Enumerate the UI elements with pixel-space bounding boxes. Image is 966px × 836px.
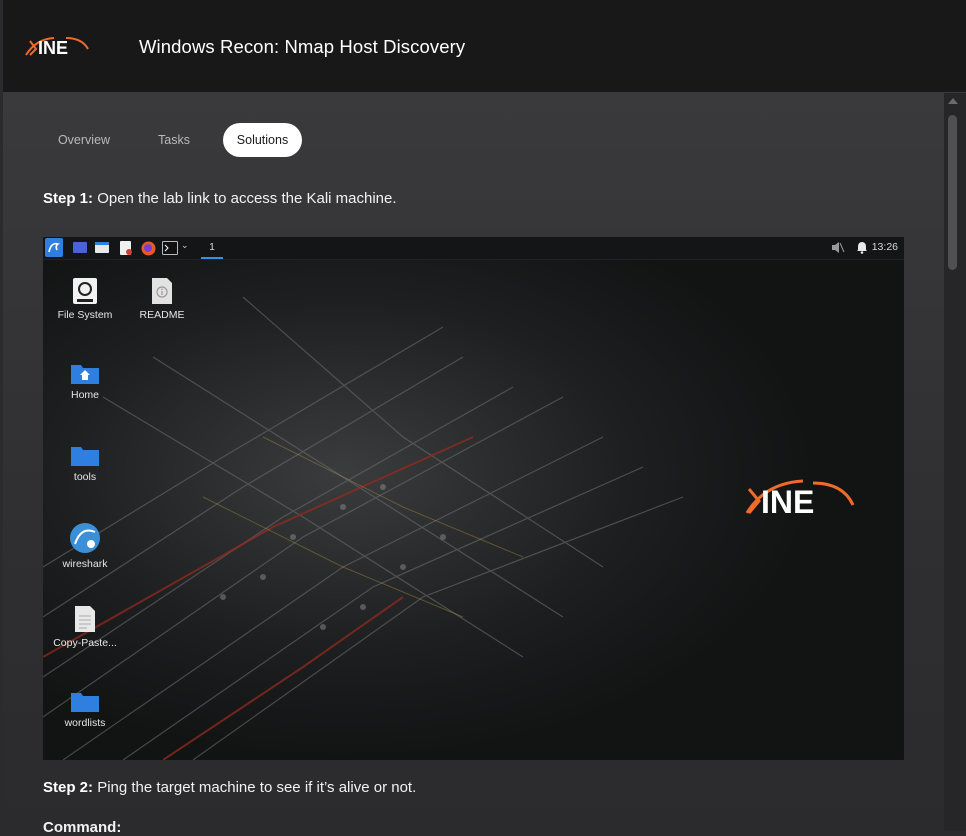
workspace-1[interactable]: 1 [201,239,223,259]
scroll-thumb[interactable] [948,115,957,270]
desktop-icon-label: wordlists [64,717,106,729]
folder-icon [71,693,99,712]
show-desktop-icon[interactable] [73,241,87,254]
desktop-icon-label: File System [57,309,113,321]
desktop-icon-copy-paste[interactable]: Copy-Paste... [50,605,120,649]
content-area: Overview Tasks Solutions Step 1: Open th… [3,93,944,836]
folder-icon [71,447,99,466]
kali-desktop-screenshot: INE ⌄ 1 13:26 File System README Home to… [43,237,904,760]
chevron-down-icon[interactable]: ⌄ [181,240,189,251]
tab-tasks[interactable]: Tasks [137,123,211,157]
scrollbar[interactable] [944,93,966,831]
desktop-icon-file-system[interactable]: File System [50,277,120,321]
top-bar: INE Windows Recon: Nmap Host Discovery [3,0,966,93]
step-1-label: Step 1: [43,190,94,207]
terminal-icon[interactable] [162,241,178,255]
home-folder-icon [71,365,99,384]
desktop-icon-home[interactable]: Home [50,361,120,401]
wallpaper-ine-text: INE [761,484,814,520]
notification-bell-icon[interactable] [856,241,868,254]
desktop-icon-tools[interactable]: tools [50,443,120,483]
desktop-icon-label: Home [70,389,99,401]
scroll-up-arrow-icon[interactable] [948,98,958,104]
volume-muted-icon[interactable] [831,241,845,254]
drive-icon [73,278,97,304]
step-1-text: Open the lab link to access the Kali mac… [97,190,397,207]
kali-menu-icon[interactable] [45,238,63,257]
step-2: Step 2: Ping the target machine to see i… [43,779,416,796]
ine-logo-text: INE [38,38,68,58]
text-file-icon [75,606,95,632]
file-manager-icon[interactable] [95,241,109,254]
ine-logo[interactable]: INE [24,35,92,59]
desktop-icon-wireshark[interactable]: wireshark [50,522,120,570]
step-2-label: Step 2: [43,779,94,796]
desktop-icon-label: wireshark [62,558,108,570]
desktop-icon-label: README [139,309,185,321]
desktop-icon-label: tools [73,471,97,483]
tab-overview[interactable]: Overview [43,123,125,157]
tab-solutions[interactable]: Solutions [223,123,302,157]
firefox-icon[interactable] [141,241,156,256]
step-2-text: Ping the target machine to see if it’s a… [97,779,417,796]
text-editor-icon[interactable] [119,241,133,255]
kali-panel: ⌄ 1 13:26 [43,237,904,260]
command-label: Command: [43,819,122,836]
step-1: Step 1: Open the lab link to access the … [43,190,397,207]
wireshark-icon [70,523,100,553]
desktop-icon-readme[interactable]: README [127,277,197,321]
lab-title: Windows Recon: Nmap Host Discovery [139,36,466,57]
desktop-icon-label: Copy-Paste... [53,637,117,649]
clock: 13:26 [871,241,898,253]
desktop-icon-wordlists[interactable]: wordlists [50,689,120,729]
info-file-icon [152,278,172,304]
